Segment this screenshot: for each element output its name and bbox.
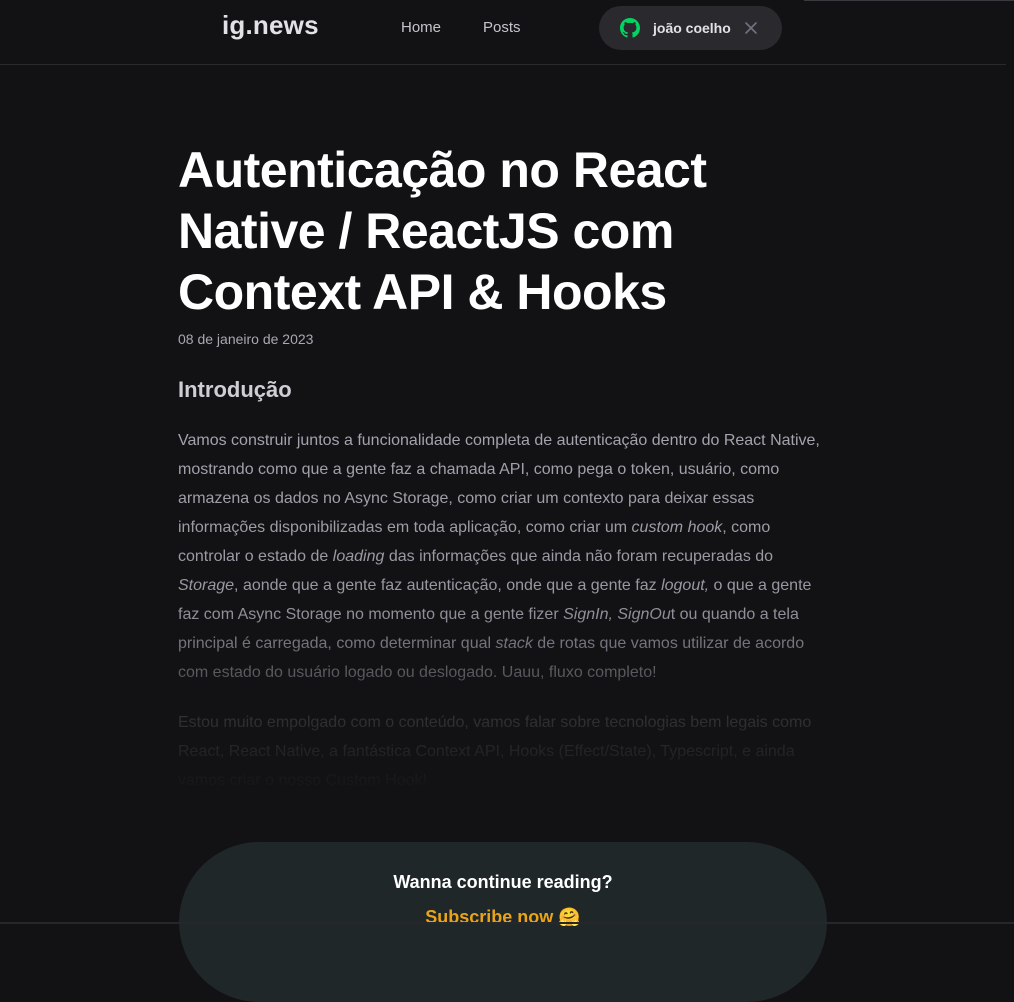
post-date: 08 de janeiro de 2023: [178, 331, 314, 347]
nav-home[interactable]: Home: [401, 0, 441, 56]
github-icon: [620, 18, 640, 38]
subscribe-link[interactable]: Subscribe now 🤗: [425, 907, 580, 928]
cta-title: Wanna continue reading?: [393, 872, 613, 892]
nav-posts[interactable]: Posts: [483, 0, 521, 56]
close-icon[interactable]: [743, 20, 759, 36]
post-paragraph-2: Estou muito empolgado com o conteúdo, va…: [178, 714, 812, 789]
post-paragraph-1: Vamos construir juntos a funcionalidade …: [178, 432, 820, 681]
top-divider: [804, 0, 1014, 1]
signin-username: joão coelho: [653, 20, 731, 36]
article: Autenticação no React Native / ReactJS c…: [178, 140, 828, 795]
signin-button[interactable]: joão coelho: [599, 6, 782, 50]
post-content-preview: Introdução Vamos construir juntos a func…: [178, 377, 828, 795]
header: ig.news Home Posts joão coelho: [0, 0, 1006, 65]
logo[interactable]: ig.news: [222, 10, 319, 41]
post-heading: Introdução: [178, 377, 292, 402]
post-title: Autenticação no React Native / ReactJS c…: [178, 142, 707, 320]
